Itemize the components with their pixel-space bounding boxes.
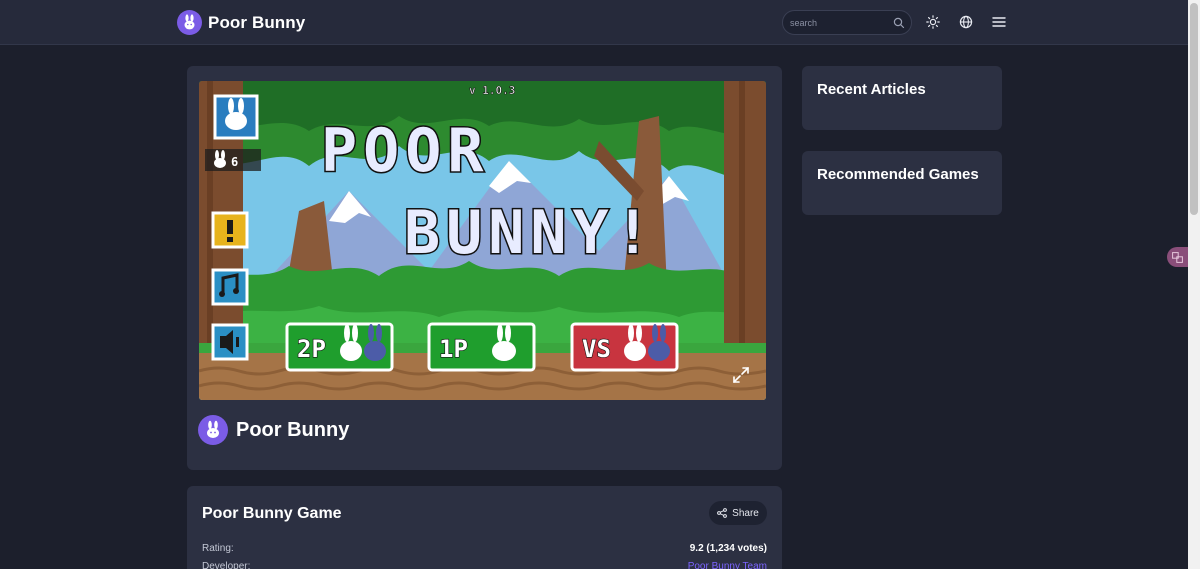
game-player-card: v 1.0.3 POOR BUNNY! 6 2P 1P VS Poor Bunn… [187,66,782,470]
mode-vs-label: VS [582,335,611,363]
version-label: v 1.0.3 [469,84,515,97]
game-info-card: Poor Bunny Game Share Rating: 9.2 (1,234… [187,486,782,569]
mode-2p-label: 2P [297,335,326,363]
recommended-games-title: Recommended Games [817,166,979,183]
search-box[interactable] [782,10,912,35]
menu-button[interactable] [991,14,1007,30]
mode-1p-button[interactable]: 1P [427,322,536,372]
game-avatar-icon [198,415,228,445]
info-title: Poor Bunny Game [202,505,342,522]
mode-vs-button[interactable]: VS [570,322,679,372]
recommended-games-panel: Recommended Games [802,151,1002,215]
mode-1p-label: 1P [439,335,468,363]
developer-label: Developer: [202,561,251,569]
lives-count: 6 [231,155,238,169]
recent-articles-panel: Recent Articles [802,66,1002,130]
fullscreen-icon[interactable] [731,365,751,385]
theme-toggle-button[interactable] [925,14,941,30]
search-input[interactable] [790,15,890,30]
rating-value: 9.2 (1,234 votes) [689,543,767,554]
bunny-logo-icon [177,10,202,35]
logo-line-2: BUNNY! [404,198,657,268]
share-icon [717,508,728,518]
share-label: Share [732,507,759,519]
language-button[interactable] [958,14,974,30]
menu-icon [992,17,1006,27]
top-navigation-bar: Poor Bunny [0,0,1188,45]
search-icon[interactable] [893,17,905,29]
logo-line-1: POOR [321,116,490,186]
page-scrollbar[interactable] [1188,0,1200,569]
developer-link[interactable]: Poor Bunny Team [688,561,767,569]
music-toggle-button[interactable] [211,268,249,306]
game-scene: v 1.0.3 POOR BUNNY! 6 2P 1P VS [199,81,766,400]
player-bunny-icon [213,94,259,140]
game-title-row: Poor Bunny [198,415,349,445]
sound-toggle-button[interactable] [211,323,249,361]
mode-2p-button[interactable]: 2P [285,322,394,372]
recent-articles-title: Recent Articles [817,81,926,98]
translate-float-button[interactable] [1167,247,1188,267]
translate-icon [1172,251,1183,263]
scrollbar-thumb[interactable] [1190,3,1198,215]
globe-icon [959,15,973,29]
game-canvas[interactable]: v 1.0.3 POOR BUNNY! 6 2P 1P VS [199,81,766,400]
sun-icon [926,15,940,29]
rating-label: Rating: [202,543,234,554]
brand-home-link[interactable]: Poor Bunny [177,10,305,35]
info-button[interactable] [211,211,249,249]
game-title: Poor Bunny [236,418,350,441]
share-button[interactable]: Share [709,501,767,525]
lives-counter: 6 [205,149,261,171]
brand-name: Poor Bunny [208,12,306,32]
